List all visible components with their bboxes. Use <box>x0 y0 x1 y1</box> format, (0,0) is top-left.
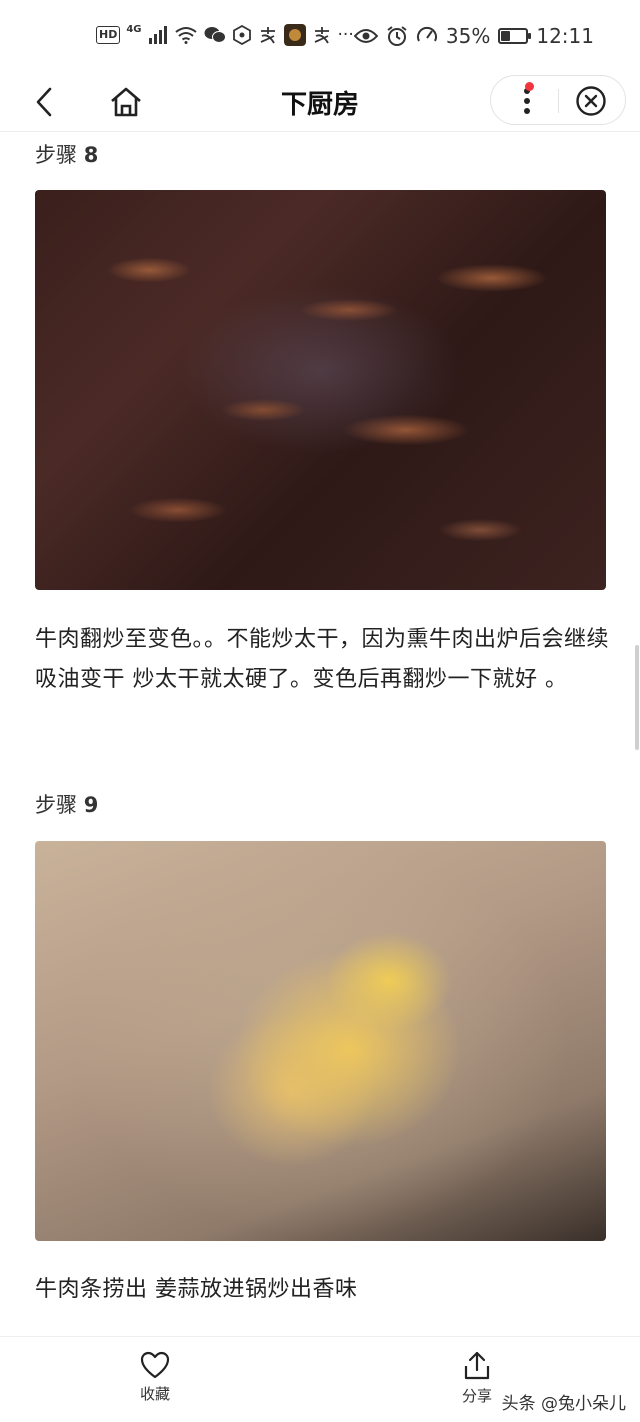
mini-program-capsule <box>490 75 626 125</box>
step-label-text: 步骤 <box>35 143 77 167</box>
favorite-label: 收藏 <box>140 1385 171 1403</box>
step-label-text: 步骤 <box>35 793 77 817</box>
status-right: 35% 12:11 <box>353 24 594 48</box>
battery-icon <box>498 28 532 44</box>
battery-fill <box>501 31 511 41</box>
watermark: 头条 @兔小朵儿 <box>501 1394 626 1414</box>
network-type: 4G <box>126 23 142 35</box>
step-9-text: 牛肉条捞出 姜蒜放进锅炒出香味 <box>35 1277 358 1302</box>
favorite-button[interactable]: 收藏 <box>140 1351 170 1404</box>
share-button[interactable]: 分享 <box>462 1351 492 1406</box>
alipay-icon-2 <box>314 27 329 44</box>
more-vertical-icon <box>524 88 530 114</box>
step-9-label: 步骤 9 <box>35 789 98 819</box>
step-8-label: 步骤 8 <box>35 139 98 169</box>
step-8-photo[interactable] <box>35 190 606 590</box>
hd-badge: HD <box>96 26 121 44</box>
step-number: 9 <box>83 793 99 817</box>
step-number: 8 <box>83 143 99 167</box>
step-9-photo[interactable] <box>35 841 606 1241</box>
share-icon <box>464 1351 490 1380</box>
speed-gauge-icon <box>416 26 437 42</box>
wifi-icon <box>174 27 197 44</box>
alarm-icon <box>387 26 407 46</box>
hexagon-app-icon <box>232 25 251 45</box>
clock: 12:11 <box>536 24 594 48</box>
step-8-text: 牛肉翻炒至变色。。不能炒太干，因为熏牛肉出炉后会继续吸油变干 炒太干就太硬了。变… <box>35 627 610 692</box>
eye-icon <box>353 29 378 43</box>
close-circle-icon <box>576 86 606 116</box>
status-bar: HD 4G ··· 35% 12:11 <box>0 0 640 70</box>
nav-bar: 下厨房 <box>0 70 640 132</box>
status-left: HD 4G ··· <box>96 24 354 46</box>
capsule-divider <box>558 89 559 113</box>
signal-icon <box>148 26 167 44</box>
notification-dot <box>525 82 534 91</box>
bottom-action-bar: 收藏 分享 头条 @兔小朵儿 <box>0 1336 640 1422</box>
scrollbar[interactable] <box>635 645 639 750</box>
close-button[interactable] <box>571 82 611 120</box>
more-notifications-indicator: ··· <box>337 25 354 45</box>
alipay-icon <box>260 27 275 44</box>
heart-icon <box>140 1351 170 1379</box>
app-avatar-icon <box>283 24 306 46</box>
battery-percent: 35% <box>445 24 491 48</box>
wechat-icon <box>204 27 226 43</box>
share-label: 分享 <box>462 1387 493 1405</box>
